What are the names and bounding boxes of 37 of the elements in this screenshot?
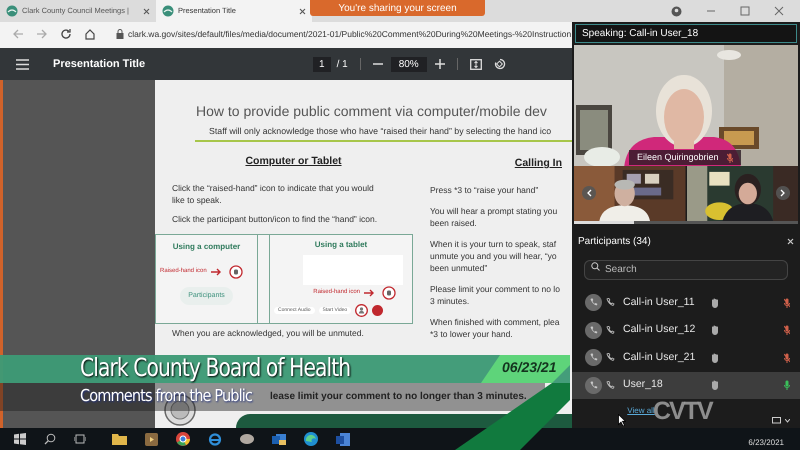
page-number-field[interactable]: 1: [313, 56, 331, 72]
instruction-text: When you are acknowledged, you will be unmuted.: [172, 326, 365, 340]
zoom-level-field[interactable]: 80%: [390, 56, 427, 72]
participant-row[interactable]: Call-in User_21: [572, 344, 800, 372]
url-text: clark.wa.gov/sites/default/files/media/document/2021-01/Public%20Comment%20During%20Meetings-%20Instruction: [128, 28, 572, 40]
participant-name: Call-in User_12: [623, 322, 696, 338]
slide-footer-note: lease limit your comment to no longer than 3 minutes.: [270, 390, 527, 404]
instruction-text: Click the participant button/icon to find the “hand” icon.: [172, 212, 378, 225]
participant-row[interactable]: Call-in User_11: [572, 289, 800, 317]
instruction-text: When it is your turn to speak, staf unmute you and you will hear, “yo been unmuted”: [430, 238, 558, 274]
speaking-indicator: Speaking: Call-in User_18: [575, 24, 797, 43]
banner-title: Clark County Board of Health: [80, 352, 350, 384]
sharing-banner: You're sharing your screen: [310, 0, 485, 16]
participant-row[interactable]: User_18: [572, 372, 800, 400]
view-all-link[interactable]: View all: [627, 405, 655, 418]
slide-heading: How to provide public comment via computer/mobile dev: [196, 102, 548, 121]
taskbar-date: 6/23/2021: [748, 437, 784, 449]
participant-row[interactable]: Call-in User_12: [572, 316, 800, 344]
instruction-text: You will hear a prompt stating you been raised.: [430, 204, 558, 229]
participants-title: Participants (34): [578, 235, 651, 250]
participant-name: User_18: [623, 377, 664, 392]
instruction-text: When finished with comment, plea *3 to lower your hand.: [430, 316, 560, 340]
participant-name: Call-in User_11: [623, 294, 696, 310]
page-count: / 1: [336, 58, 348, 72]
document-title: Presentation Title: [53, 56, 146, 72]
participant-name: Call-in User_21: [623, 350, 696, 365]
instruction-text: Please limit your comment to no lo 3 minutes.: [430, 282, 561, 307]
slide-subheading: Staff will only acknowledge those who have “raised their hand” by selecting the hand ico: [209, 125, 552, 138]
figure-caption: Using a tablet: [314, 238, 368, 251]
instruction-text: Press *3 to “raise your hand”: [430, 184, 540, 196]
figure-caption: Using a computer: [172, 240, 240, 253]
instruction-text: Click the “raised-hand” icon to indicate that you would like to speak.: [172, 182, 375, 206]
banner-subtitle: Comments from the Public: [80, 385, 252, 407]
broadcast-date: 06/23/21: [502, 359, 556, 376]
column-heading: Computer or Tablet: [245, 154, 342, 170]
search-field[interactable]: Search: [584, 260, 788, 280]
column-heading: Calling In: [514, 156, 562, 172]
